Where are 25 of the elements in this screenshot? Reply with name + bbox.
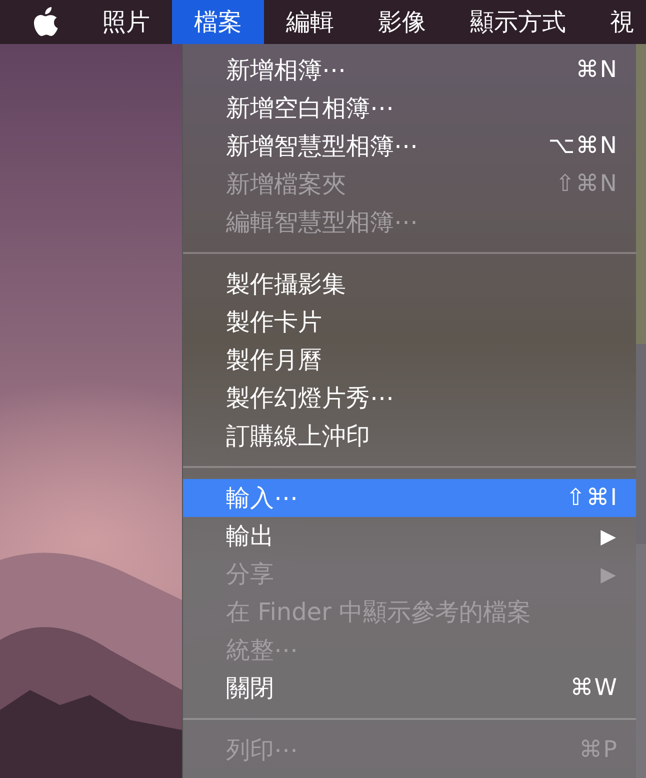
menu-bar-item[interactable]: 檔案: [172, 0, 264, 44]
menu-item[interactable]: 訂購線上沖印: [183, 417, 636, 455]
menu-bar-item[interactable]: 視: [588, 0, 646, 44]
keyboard-shortcut: ⌘W: [570, 675, 618, 701]
menu-item[interactable]: 新增相簿⋯ ⌘N: [183, 51, 636, 89]
menu-item[interactable]: 輸出 ▶: [183, 517, 636, 555]
menu-item[interactable]: 製作卡片: [183, 303, 636, 341]
menu-item[interactable]: 關閉 ⌘W: [183, 669, 636, 707]
menu-item[interactable]: 輸入⋯ ⇧⌘I: [183, 479, 636, 517]
menu-item[interactable]: 新增空白相簿⋯: [183, 89, 636, 127]
menu-bar-item[interactable]: 顯示方式: [448, 0, 588, 44]
keyboard-shortcut: ⇧⌘N: [556, 171, 618, 197]
menu-item[interactable]: 製作月曆: [183, 341, 636, 379]
menu-bar-item[interactable]: 編輯: [264, 0, 356, 44]
keyboard-shortcut: ⌘N: [576, 57, 618, 83]
submenu-arrow: ▶: [600, 524, 617, 548]
apple-logo-icon[interactable]: [34, 7, 60, 37]
menu-bar-item[interactable]: 照片: [80, 0, 172, 44]
menu-bar-item[interactable]: 影像: [356, 0, 448, 44]
menu-item[interactable]: 新增智慧型相簿⋯ ⌥⌘N: [183, 127, 636, 165]
menu-item[interactable]: 製作幻燈片秀⋯: [183, 379, 636, 417]
submenu-arrow: ▶: [600, 562, 617, 586]
keyboard-shortcut: ⇧⌘I: [566, 485, 618, 511]
keyboard-shortcut: ⌥⌘N: [548, 133, 618, 159]
menu-item[interactable]: 製作攝影集: [183, 265, 636, 303]
